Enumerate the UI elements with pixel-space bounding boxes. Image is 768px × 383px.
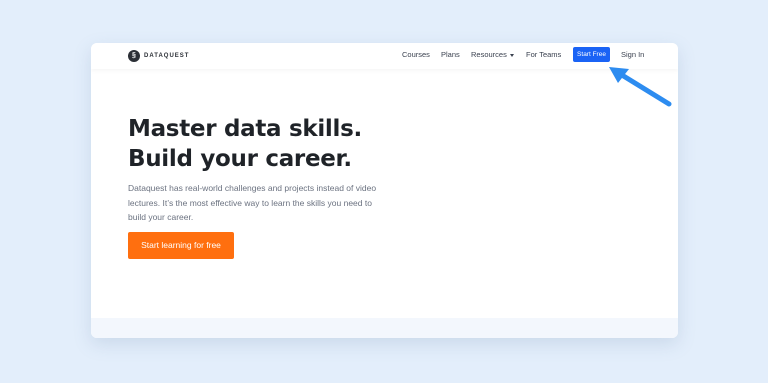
hero-title-line-1: Master data skills. (128, 116, 362, 142)
hero-title: Master data skills. Build your career. (128, 114, 362, 174)
sign-in-link[interactable]: Sign In (621, 50, 644, 59)
caret-down-icon (509, 53, 514, 57)
top-navbar: § DATAQUEST Courses Plans Resources For … (91, 43, 678, 69)
next-section-band (91, 318, 678, 338)
nav-for-teams[interactable]: For Teams (526, 50, 561, 59)
hero-description: Dataquest has real-world challenges and … (128, 183, 377, 222)
nav-courses[interactable]: Courses (402, 50, 430, 59)
nav-plans[interactable]: Plans (441, 50, 460, 59)
nav-links: Courses Plans Resources For Teams Start … (91, 43, 678, 69)
hero-title-line-2: Build your career. (128, 146, 352, 172)
browser-window: § DATAQUEST Courses Plans Resources For … (91, 43, 678, 338)
start-learning-button[interactable]: Start learning for free (128, 232, 234, 259)
arrow-pointer-icon (609, 67, 672, 107)
nav-resources-label: Resources (471, 50, 507, 59)
nav-resources[interactable]: Resources (471, 50, 514, 59)
start-free-button[interactable]: Start Free (573, 47, 610, 62)
